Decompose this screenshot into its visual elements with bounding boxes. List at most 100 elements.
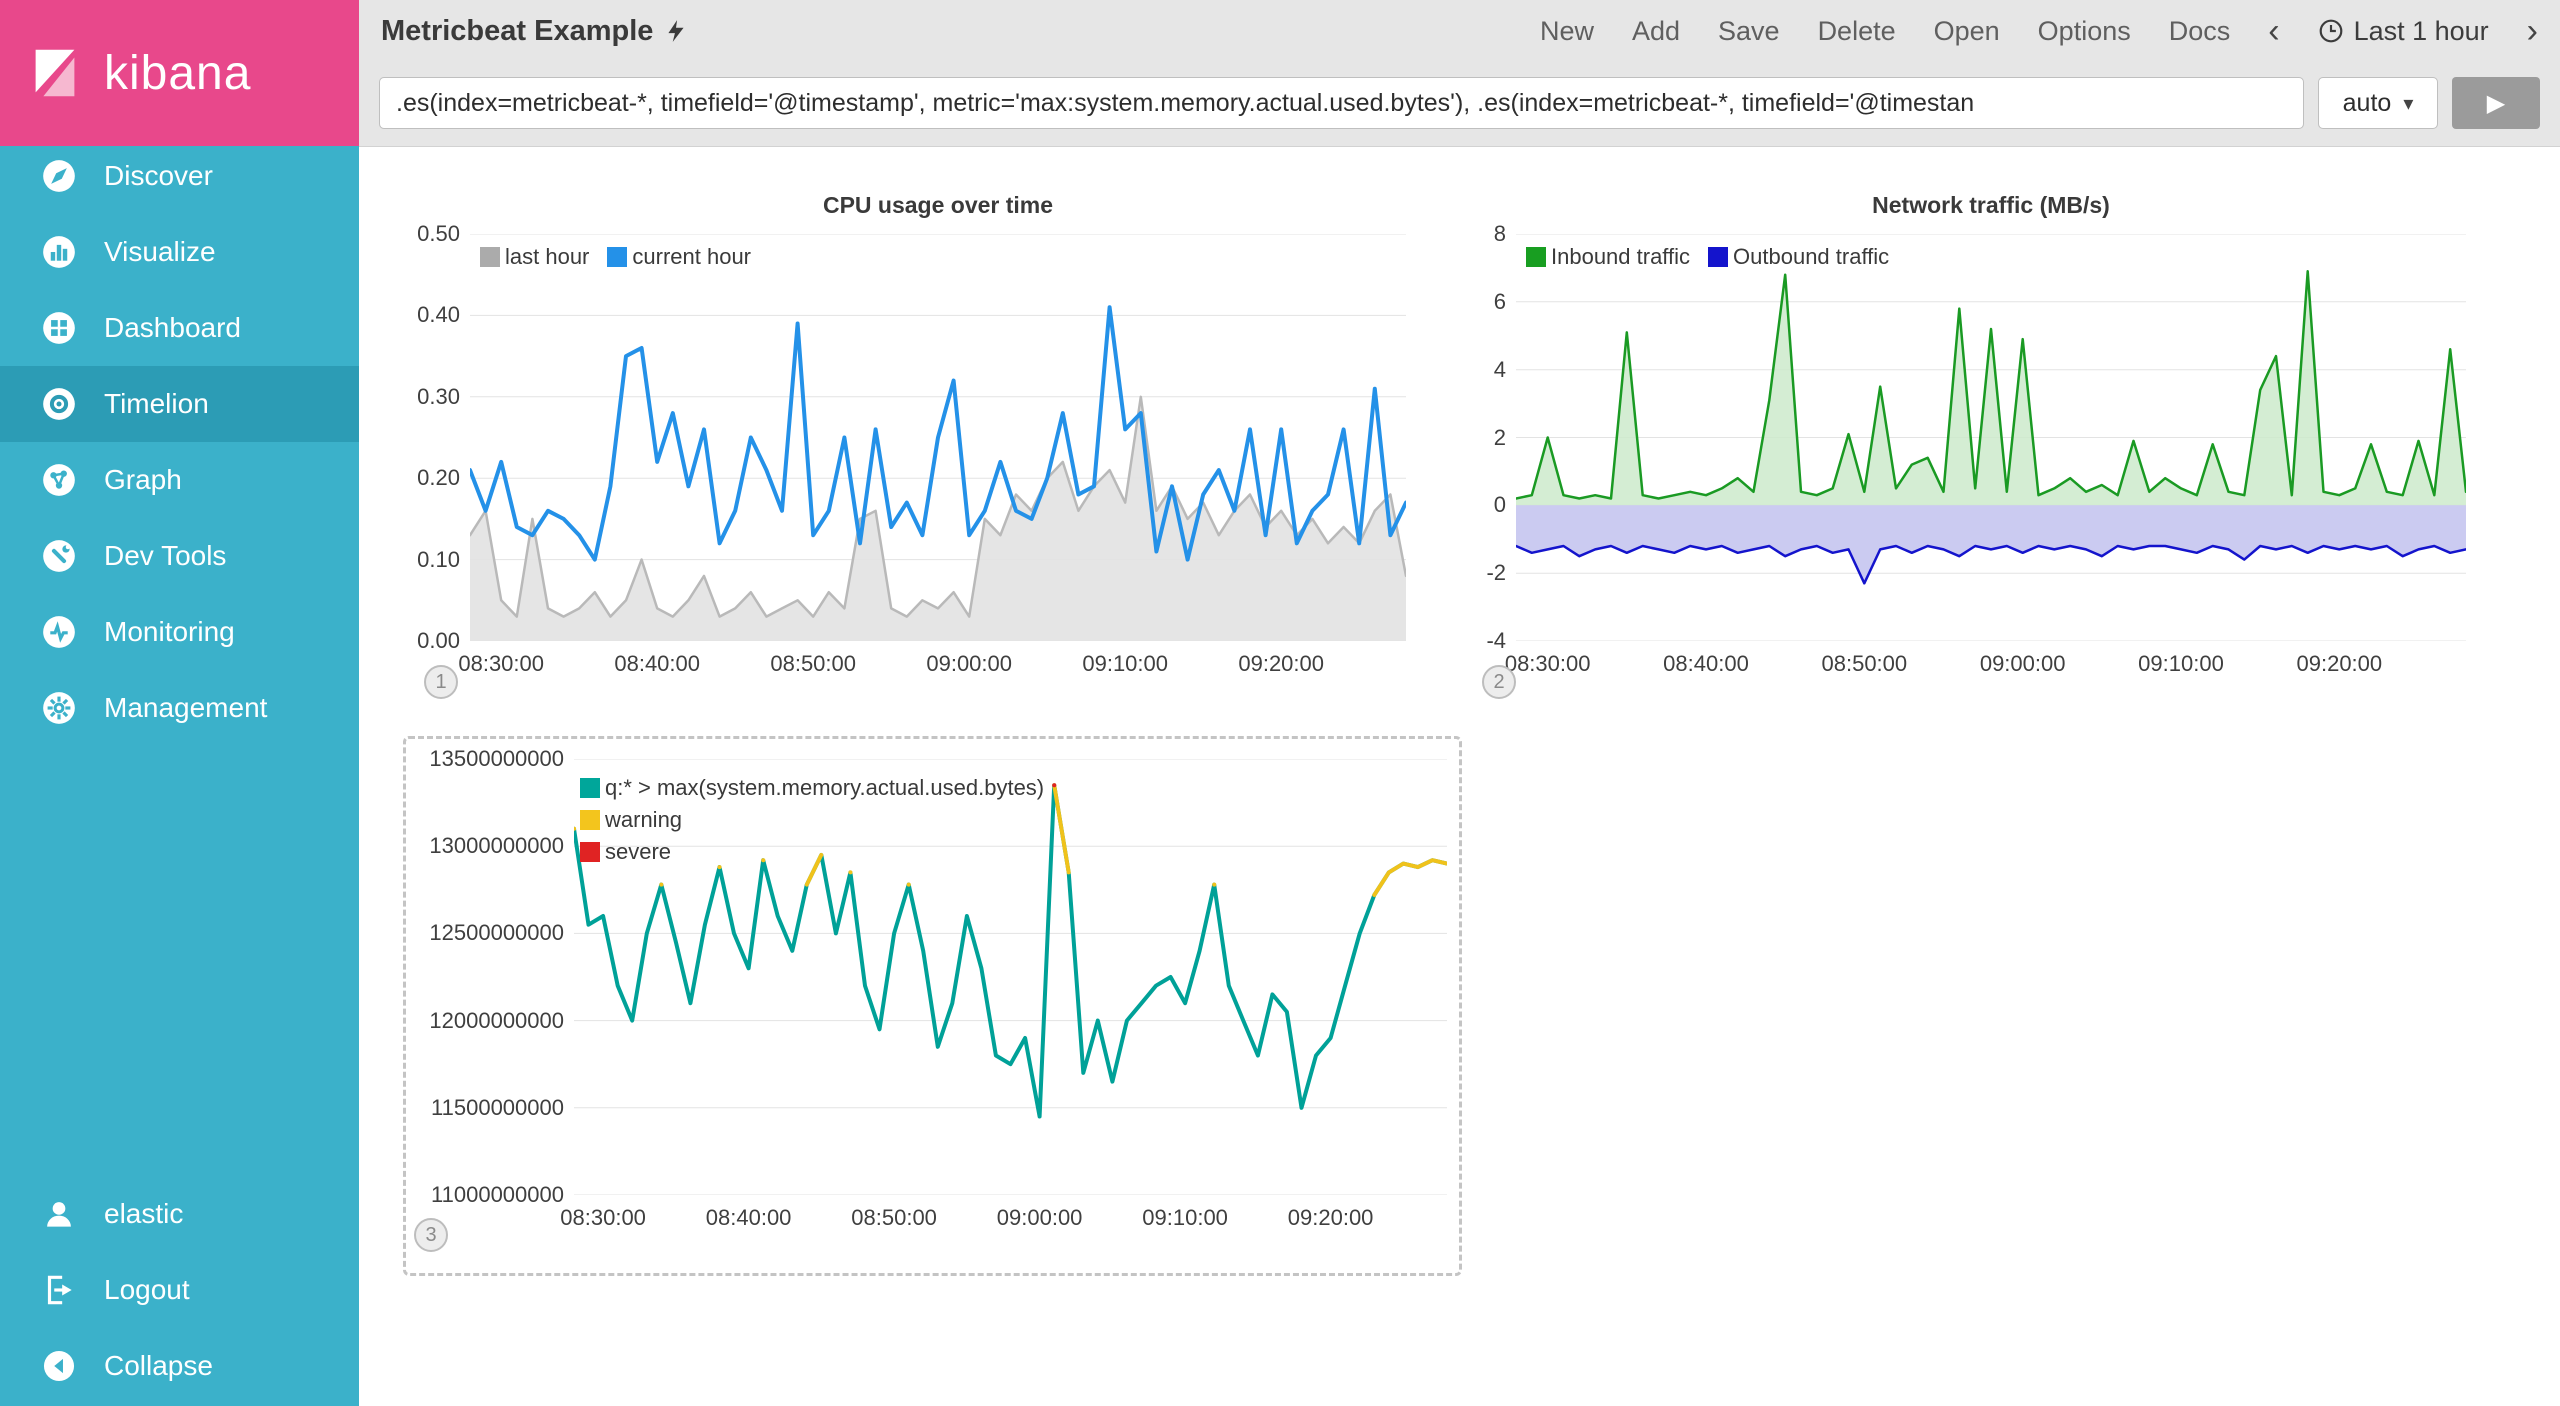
y-tick-label: 4 [1494, 357, 1506, 383]
sidebar-item-label: Timelion [104, 388, 209, 420]
collapse-circle-icon [40, 1347, 78, 1385]
sidebar-item-graph[interactable]: Graph [0, 442, 359, 518]
x-tick-label: 08:50:00 [1822, 651, 1908, 677]
compass-icon [40, 157, 78, 195]
sidebar-item-visualize[interactable]: Visualize [0, 214, 359, 290]
y-axis-labels: 1350000000013000000000125000000001200000… [416, 759, 574, 1195]
y-tick-label: 12000000000 [429, 1008, 564, 1034]
interval-select[interactable]: auto ▾ [2318, 77, 2438, 129]
x-tick-label: 09:10:00 [1082, 651, 1168, 677]
plot-area: last hour current hour [470, 234, 1406, 641]
y-tick-label: 11500000000 [431, 1095, 564, 1121]
sidebar-item-label: elastic [104, 1198, 183, 1230]
y-tick-label: 0 [1494, 492, 1506, 518]
y-tick-label: -4 [1486, 628, 1506, 654]
lightning-icon [663, 18, 689, 44]
chevron-right-icon[interactable]: › [2527, 14, 2538, 48]
legend-label: severe [605, 839, 671, 865]
x-tick-label: 08:30:00 [1505, 651, 1591, 677]
menu-options[interactable]: Options [2038, 16, 2131, 47]
y-tick-label: 0.00 [417, 628, 460, 654]
y-tick-label: -2 [1486, 560, 1506, 586]
sidebar-item-monitoring[interactable]: Monitoring [0, 594, 359, 670]
legend-item: warning [580, 807, 1044, 833]
y-tick-label: 0.40 [417, 302, 460, 328]
x-axis-labels: 08:30:0008:40:0008:50:0009:00:0009:10:00… [470, 641, 1406, 687]
kibana-logo[interactable]: kibana [0, 0, 359, 146]
legend-label: warning [605, 807, 682, 833]
sidebar-item-dashboard[interactable]: Dashboard [0, 290, 359, 366]
header-menu: New Add Save Delete Open Options Docs ‹ … [1540, 14, 2538, 48]
pulse-icon [40, 613, 78, 651]
sidebar-item-collapse[interactable]: Collapse [0, 1328, 359, 1404]
chart-cpu-usage[interactable]: CPU usage over time 0.500.400.300.200.10… [398, 176, 1406, 706]
menu-open[interactable]: Open [1934, 16, 2000, 47]
page-title: Metricbeat Example [381, 15, 653, 48]
chart-memory-used-selected[interactable]: 13500000000 13000000000 12500000000 1200000… [403, 736, 1462, 1276]
sidebar-footer: elastic Logout Collapse [0, 1176, 359, 1404]
graph-icon [40, 461, 78, 499]
time-picker[interactable]: Last 1 hour [2318, 16, 2489, 47]
x-tick-label: 09:00:00 [997, 1205, 1083, 1231]
kibana-logo-icon [24, 42, 86, 104]
chart-legend: q:* > max(system.memory.actual.used.byte… [580, 775, 1044, 865]
logout-icon [40, 1271, 78, 1309]
legend-item: last hour [480, 244, 589, 270]
x-tick-label: 09:20:00 [1288, 1205, 1374, 1231]
chart-canvas [1516, 234, 2466, 641]
time-picker-label: Last 1 hour [2354, 16, 2489, 47]
caret-down-icon: ▾ [2403, 91, 2413, 116]
sidebar-nav: Discover Visualize Dashboard Timelion Gr… [0, 138, 359, 746]
menu-add[interactable]: Add [1632, 16, 1680, 47]
y-axis-labels: 86420-2-4 [1452, 234, 1516, 641]
sidebar: kibana Discover Visualize Dashboard Time… [0, 0, 359, 1406]
clock-icon [2318, 18, 2344, 44]
chart-number-badge[interactable]: 1 [424, 665, 458, 699]
menu-new[interactable]: New [1540, 16, 1594, 47]
y-tick-label: 8 [1494, 221, 1506, 247]
chart-title: Network traffic (MB/s) [1516, 176, 2466, 234]
sidebar-item-timelion[interactable]: Timelion [0, 366, 359, 442]
chart-title: CPU usage over time [470, 176, 1406, 234]
sidebar-item-logout[interactable]: Logout [0, 1252, 359, 1328]
run-query-button[interactable]: ▶ [2452, 77, 2540, 129]
legend-swatch [580, 810, 600, 830]
chart-network-traffic[interactable]: Network traffic (MB/s) 86420-2-4 Inbound… [1452, 176, 2466, 706]
menu-save[interactable]: Save [1718, 16, 1780, 47]
legend-label: current hour [632, 244, 751, 270]
sidebar-item-label: Discover [104, 160, 213, 192]
legend-item: Outbound traffic [1708, 244, 1889, 270]
chevron-left-icon[interactable]: ‹ [2268, 14, 2279, 48]
y-tick-label: 0.50 [417, 221, 460, 247]
timelion-query-input[interactable] [379, 77, 2304, 129]
legend-swatch [580, 778, 600, 798]
wrench-icon [40, 537, 78, 575]
legend-item: current hour [607, 244, 751, 270]
y-tick-label: 13000000000 [429, 833, 564, 859]
sidebar-item-management[interactable]: Management [0, 670, 359, 746]
legend-swatch [1526, 247, 1546, 267]
y-tick-label: 13500000000 [429, 746, 564, 772]
chart-number-badge[interactable]: 2 [1482, 665, 1516, 699]
sidebar-item-user-elastic[interactable]: elastic [0, 1176, 359, 1252]
x-tick-label: 09:20:00 [1238, 651, 1324, 677]
legend-label: Inbound traffic [1551, 244, 1690, 270]
menu-docs[interactable]: Docs [2169, 16, 2231, 47]
sidebar-item-label: Dashboard [104, 312, 241, 344]
legend-item: severe [580, 839, 1044, 865]
sidebar-item-label: Logout [104, 1274, 190, 1306]
y-tick-label: 0.10 [417, 547, 460, 573]
chart-number-badge[interactable]: 3 [414, 1218, 448, 1252]
legend-item: Inbound traffic [1526, 244, 1690, 270]
menu-delete[interactable]: Delete [1818, 16, 1896, 47]
sidebar-item-label: Graph [104, 464, 182, 496]
play-icon: ▶ [2487, 89, 2505, 118]
y-tick-label: 12500000000 [429, 920, 564, 946]
sidebar-item-discover[interactable]: Discover [0, 138, 359, 214]
x-tick-label: 08:50:00 [851, 1205, 937, 1231]
x-axis-labels: 08:30:0008:40:0008:50:0009:00:0009:10:00… [1516, 641, 2466, 687]
sidebar-item-dev-tools[interactable]: Dev Tools [0, 518, 359, 594]
query-row: auto ▾ ▶ [359, 77, 2560, 129]
x-tick-label: 08:40:00 [614, 651, 700, 677]
legend-item: q:* > max(system.memory.actual.used.byte… [580, 775, 1044, 801]
